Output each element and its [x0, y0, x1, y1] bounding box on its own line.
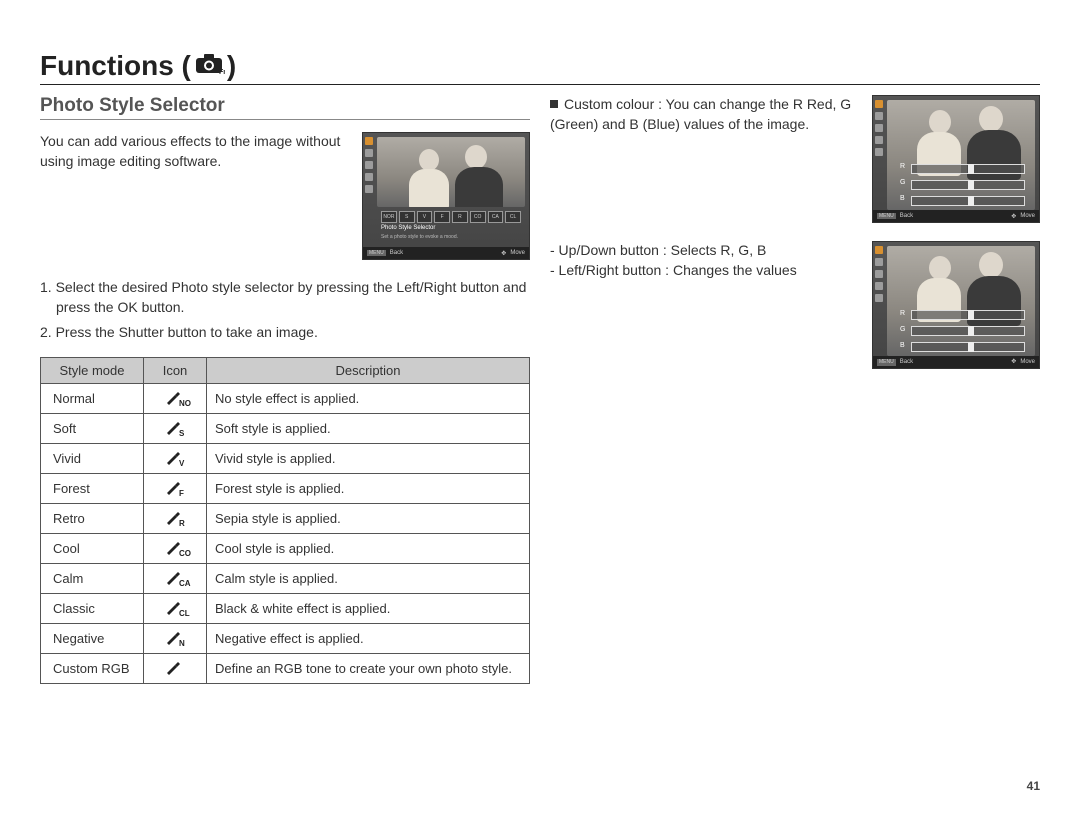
style-mode-name: Cool	[41, 533, 144, 563]
style-mode-icon: CO	[144, 533, 207, 563]
style-mode-icon: CA	[144, 563, 207, 593]
pen-style-icon: CL	[165, 599, 185, 615]
screen-caption-sub: Set a photo style to evoke a mood.	[381, 234, 458, 240]
style-mode-name: Soft	[41, 413, 144, 443]
pen-style-icon	[165, 659, 185, 675]
style-mode-description: Forest style is applied.	[207, 473, 530, 503]
style-mode-description: Define an RGB tone to create your own ph…	[207, 653, 530, 683]
svg-text:R: R	[179, 519, 185, 527]
style-mode-description: Cool style is applied.	[207, 533, 530, 563]
table-row: Forest F Forest style is applied.	[41, 473, 530, 503]
style-mode-description: Negative effect is applied.	[207, 623, 530, 653]
style-mode-icon: V	[144, 443, 207, 473]
style-mode-description: Calm style is applied.	[207, 563, 530, 593]
move-icon: ✥	[1011, 358, 1016, 366]
table-row: Classic CL Black & white effect is applied…	[41, 593, 530, 623]
style-mode-icon: R	[144, 503, 207, 533]
style-mode-icon: F	[144, 473, 207, 503]
style-mode-name: Classic	[41, 593, 144, 623]
camera-screenshot-style-selector: NOR S V F R CO CA CL Photo Style Selecto…	[362, 132, 530, 260]
page-number: 41	[1027, 779, 1040, 793]
pen-style-icon: V	[165, 449, 185, 465]
heading-text: Functions (	[40, 50, 191, 82]
style-mode-name: Vivid	[41, 443, 144, 473]
svg-text:V: V	[179, 459, 185, 467]
camera-fn-icon: Fn	[195, 50, 225, 82]
table-row: Negative N Negative effect is applied.	[41, 623, 530, 653]
screen-caption-title: Photo Style Selector	[381, 225, 435, 231]
style-mode-description: No style effect is applied.	[207, 383, 530, 413]
style-mode-name: Calm	[41, 563, 144, 593]
style-mode-icon: NOR	[144, 383, 207, 413]
updown-note: - Up/Down button : Selects R, G, B	[550, 241, 862, 261]
style-mode-description: Soft style is applied.	[207, 413, 530, 443]
svg-text:NOR: NOR	[179, 399, 191, 407]
pen-style-icon: CO	[165, 539, 185, 555]
custom-colour-text: Custom colour : You can change the R Red…	[550, 95, 862, 134]
style-mode-name: Forest	[41, 473, 144, 503]
col-header-description: Description	[207, 357, 530, 383]
pen-style-icon: NOR	[165, 389, 185, 405]
camera-screenshot-rgb-1: R G B MENU Back ✥ Move	[872, 95, 1040, 223]
style-mode-description: Sepia style is applied.	[207, 503, 530, 533]
style-mode-icon: CL	[144, 593, 207, 623]
style-strip: NOR S V F R CO CA CL	[381, 211, 521, 223]
style-mode-description: Black & white effect is applied.	[207, 593, 530, 623]
table-row: Calm CA Calm style is applied.	[41, 563, 530, 593]
move-icon: ✥	[1011, 213, 1016, 220]
step-1: 1. Select the desired Photo style select…	[40, 278, 530, 317]
pen-style-icon: F	[165, 479, 185, 495]
section-title: Photo Style Selector	[40, 95, 530, 120]
page-heading: Functions ( Fn )	[40, 50, 1040, 85]
square-bullet-icon	[550, 100, 558, 108]
svg-text:CO: CO	[179, 549, 191, 557]
style-mode-icon: S	[144, 413, 207, 443]
pen-style-icon: S	[165, 419, 185, 435]
table-row: Normal NOR No style effect is applied.	[41, 383, 530, 413]
intro-text: You can add various effects to the image…	[40, 132, 352, 171]
pen-style-icon: CA	[165, 569, 185, 585]
style-mode-table: Style mode Icon Description Normal NOR No …	[40, 357, 530, 684]
style-mode-icon: N	[144, 623, 207, 653]
pen-style-icon: R	[165, 509, 185, 525]
heading-close: )	[227, 50, 236, 82]
leftright-note: - Left/Right button : Changes the values	[550, 261, 862, 281]
col-header-mode: Style mode	[41, 357, 144, 383]
svg-text:CA: CA	[179, 579, 191, 587]
table-row: Vivid V Vivid style is applied.	[41, 443, 530, 473]
svg-text:F: F	[179, 489, 184, 497]
svg-text:N: N	[179, 639, 185, 647]
style-mode-name: Normal	[41, 383, 144, 413]
table-row: Retro R Sepia style is applied.	[41, 503, 530, 533]
table-row: Cool CO Cool style is applied.	[41, 533, 530, 563]
style-mode-name: Retro	[41, 503, 144, 533]
pen-style-icon: N	[165, 629, 185, 645]
table-row: Custom RGB Define an RGB tone to create y…	[41, 653, 530, 683]
svg-text:CL: CL	[179, 609, 190, 617]
svg-text:S: S	[179, 429, 185, 437]
col-header-icon: Icon	[144, 357, 207, 383]
table-row: Soft S Soft style is applied.	[41, 413, 530, 443]
svg-text:Fn: Fn	[219, 69, 225, 75]
style-mode-icon	[144, 653, 207, 683]
style-mode-name: Custom RGB	[41, 653, 144, 683]
step-2: 2. Press the Shutter button to take an i…	[40, 323, 530, 343]
camera-screenshot-rgb-2: R G B MENU Back ✥ Move	[872, 241, 1040, 369]
style-mode-description: Vivid style is applied.	[207, 443, 530, 473]
move-icon: ✥	[501, 250, 506, 257]
style-mode-name: Negative	[41, 623, 144, 653]
